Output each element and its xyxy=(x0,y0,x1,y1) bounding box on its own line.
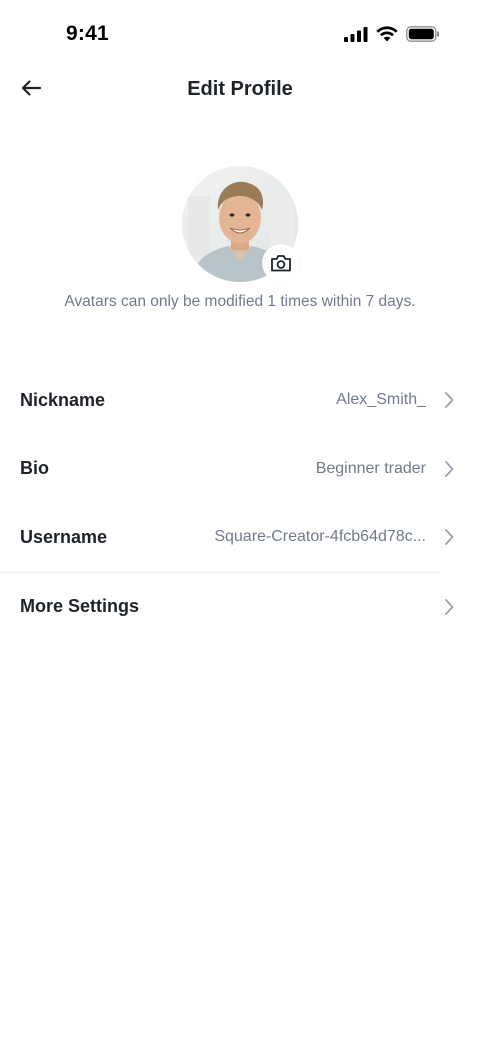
chevron-right-icon xyxy=(444,528,454,546)
nickname-value: Alex_Smith_ xyxy=(336,391,426,409)
nickname-row[interactable]: Nickname Alex_Smith_ xyxy=(0,366,480,435)
cellular-signal-icon xyxy=(344,26,368,42)
bio-value: Beginner trader xyxy=(315,459,426,477)
status-bar: 9:41 xyxy=(0,0,480,72)
more-settings-row[interactable]: More Settings xyxy=(0,573,480,642)
bio-label: Bio xyxy=(20,458,49,479)
wifi-icon xyxy=(376,26,398,42)
avatar-limit-hint: Avatars can only be modified 1 times wit… xyxy=(64,293,416,310)
more-settings-label: More Settings xyxy=(20,596,140,617)
avatar-button[interactable] xyxy=(182,166,300,284)
battery-icon xyxy=(406,26,440,42)
username-row[interactable]: Username Square-Creator-4fcb64d78c... xyxy=(0,503,480,572)
bio-row[interactable]: Bio Beginner trader xyxy=(0,435,480,504)
profile-fields-list: Nickname Alex_Smith_ Bio Beginner trader… xyxy=(0,366,480,641)
camera-icon[interactable] xyxy=(262,244,300,282)
page-title: Edit Profile xyxy=(187,78,293,100)
username-value: Square-Creator-4fcb64d78c... xyxy=(214,528,426,546)
status-time: 9:41 xyxy=(66,22,109,45)
chevron-right-icon xyxy=(444,598,454,616)
nav-bar: Edit Profile xyxy=(0,64,480,116)
username-label: Username xyxy=(20,526,108,547)
chevron-right-icon xyxy=(444,391,454,409)
nickname-label: Nickname xyxy=(20,389,106,410)
chevron-right-icon xyxy=(444,460,454,478)
status-icons xyxy=(344,26,440,42)
